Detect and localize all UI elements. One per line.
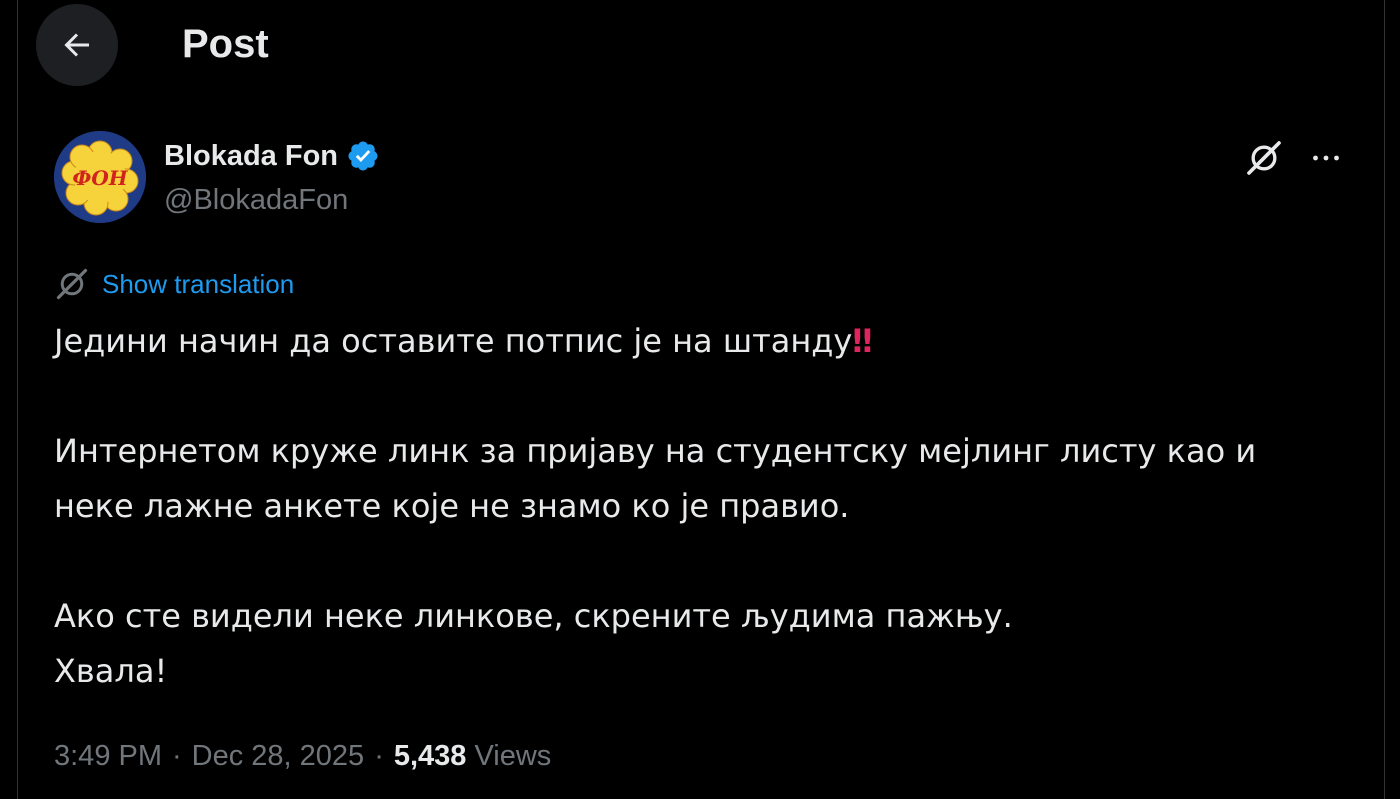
page-title: Post (182, 22, 269, 66)
tweet-line-2: Интернетом круже линк за пријаву на студ… (54, 432, 1257, 470)
views-label: Views (474, 739, 552, 772)
verified-badge-icon (348, 141, 378, 171)
author-display-name[interactable]: Blokada Fon (164, 140, 338, 173)
tweet-line-4: Ако сте видели неке линкове, скрените љу… (54, 597, 1013, 635)
meta-separator: · (172, 739, 182, 772)
more-options-button[interactable] (1302, 134, 1350, 182)
grok-icon (1247, 141, 1281, 175)
more-horizontal-icon (1313, 155, 1339, 161)
author-handle[interactable]: @BlokadaFon (164, 182, 348, 218)
avatar-text: ФОН (72, 166, 128, 190)
back-button[interactable] (36, 4, 118, 86)
tweet-line-3: неке лажне анкете које не знамо ко је пр… (54, 487, 850, 525)
meta-separator: · (374, 739, 384, 772)
tweet-time[interactable]: 3:49 PM (54, 740, 162, 773)
show-translation-link[interactable]: Show translation (54, 264, 294, 304)
tweet-text: Једини начин да оставите потпис је на шт… (54, 314, 1354, 699)
author-name-row[interactable]: Blokada Fon (164, 136, 380, 176)
right-border (1384, 0, 1385, 799)
tweet-line-1: Једини начин да оставите потпис је на шт… (54, 314, 1354, 369)
post-page: Post ФОН Blokada Fon @BlokadaFon Show tr… (0, 0, 1400, 799)
show-translation-label[interactable]: Show translation (102, 269, 294, 300)
tweet-line-1-text: Једини начин да оставите потпис је на шт… (54, 322, 853, 360)
tweet-line-5: Хвала! (54, 652, 168, 690)
grok-button[interactable] (1240, 134, 1288, 182)
arrow-left-icon (64, 33, 89, 57)
left-border (17, 0, 18, 799)
tweet-meta: 3:49 PM · Dec 28, 2025 · 5,438 Views (54, 736, 551, 776)
views-count: 5,438 (393, 739, 467, 772)
avatar-logo: ФОН (54, 131, 146, 223)
double-exclamation-emoji: ‼ (852, 322, 872, 360)
avatar[interactable]: ФОН (54, 131, 146, 223)
tweet-date[interactable]: Dec 28, 2025 (192, 740, 365, 773)
translate-icon (56, 268, 88, 300)
